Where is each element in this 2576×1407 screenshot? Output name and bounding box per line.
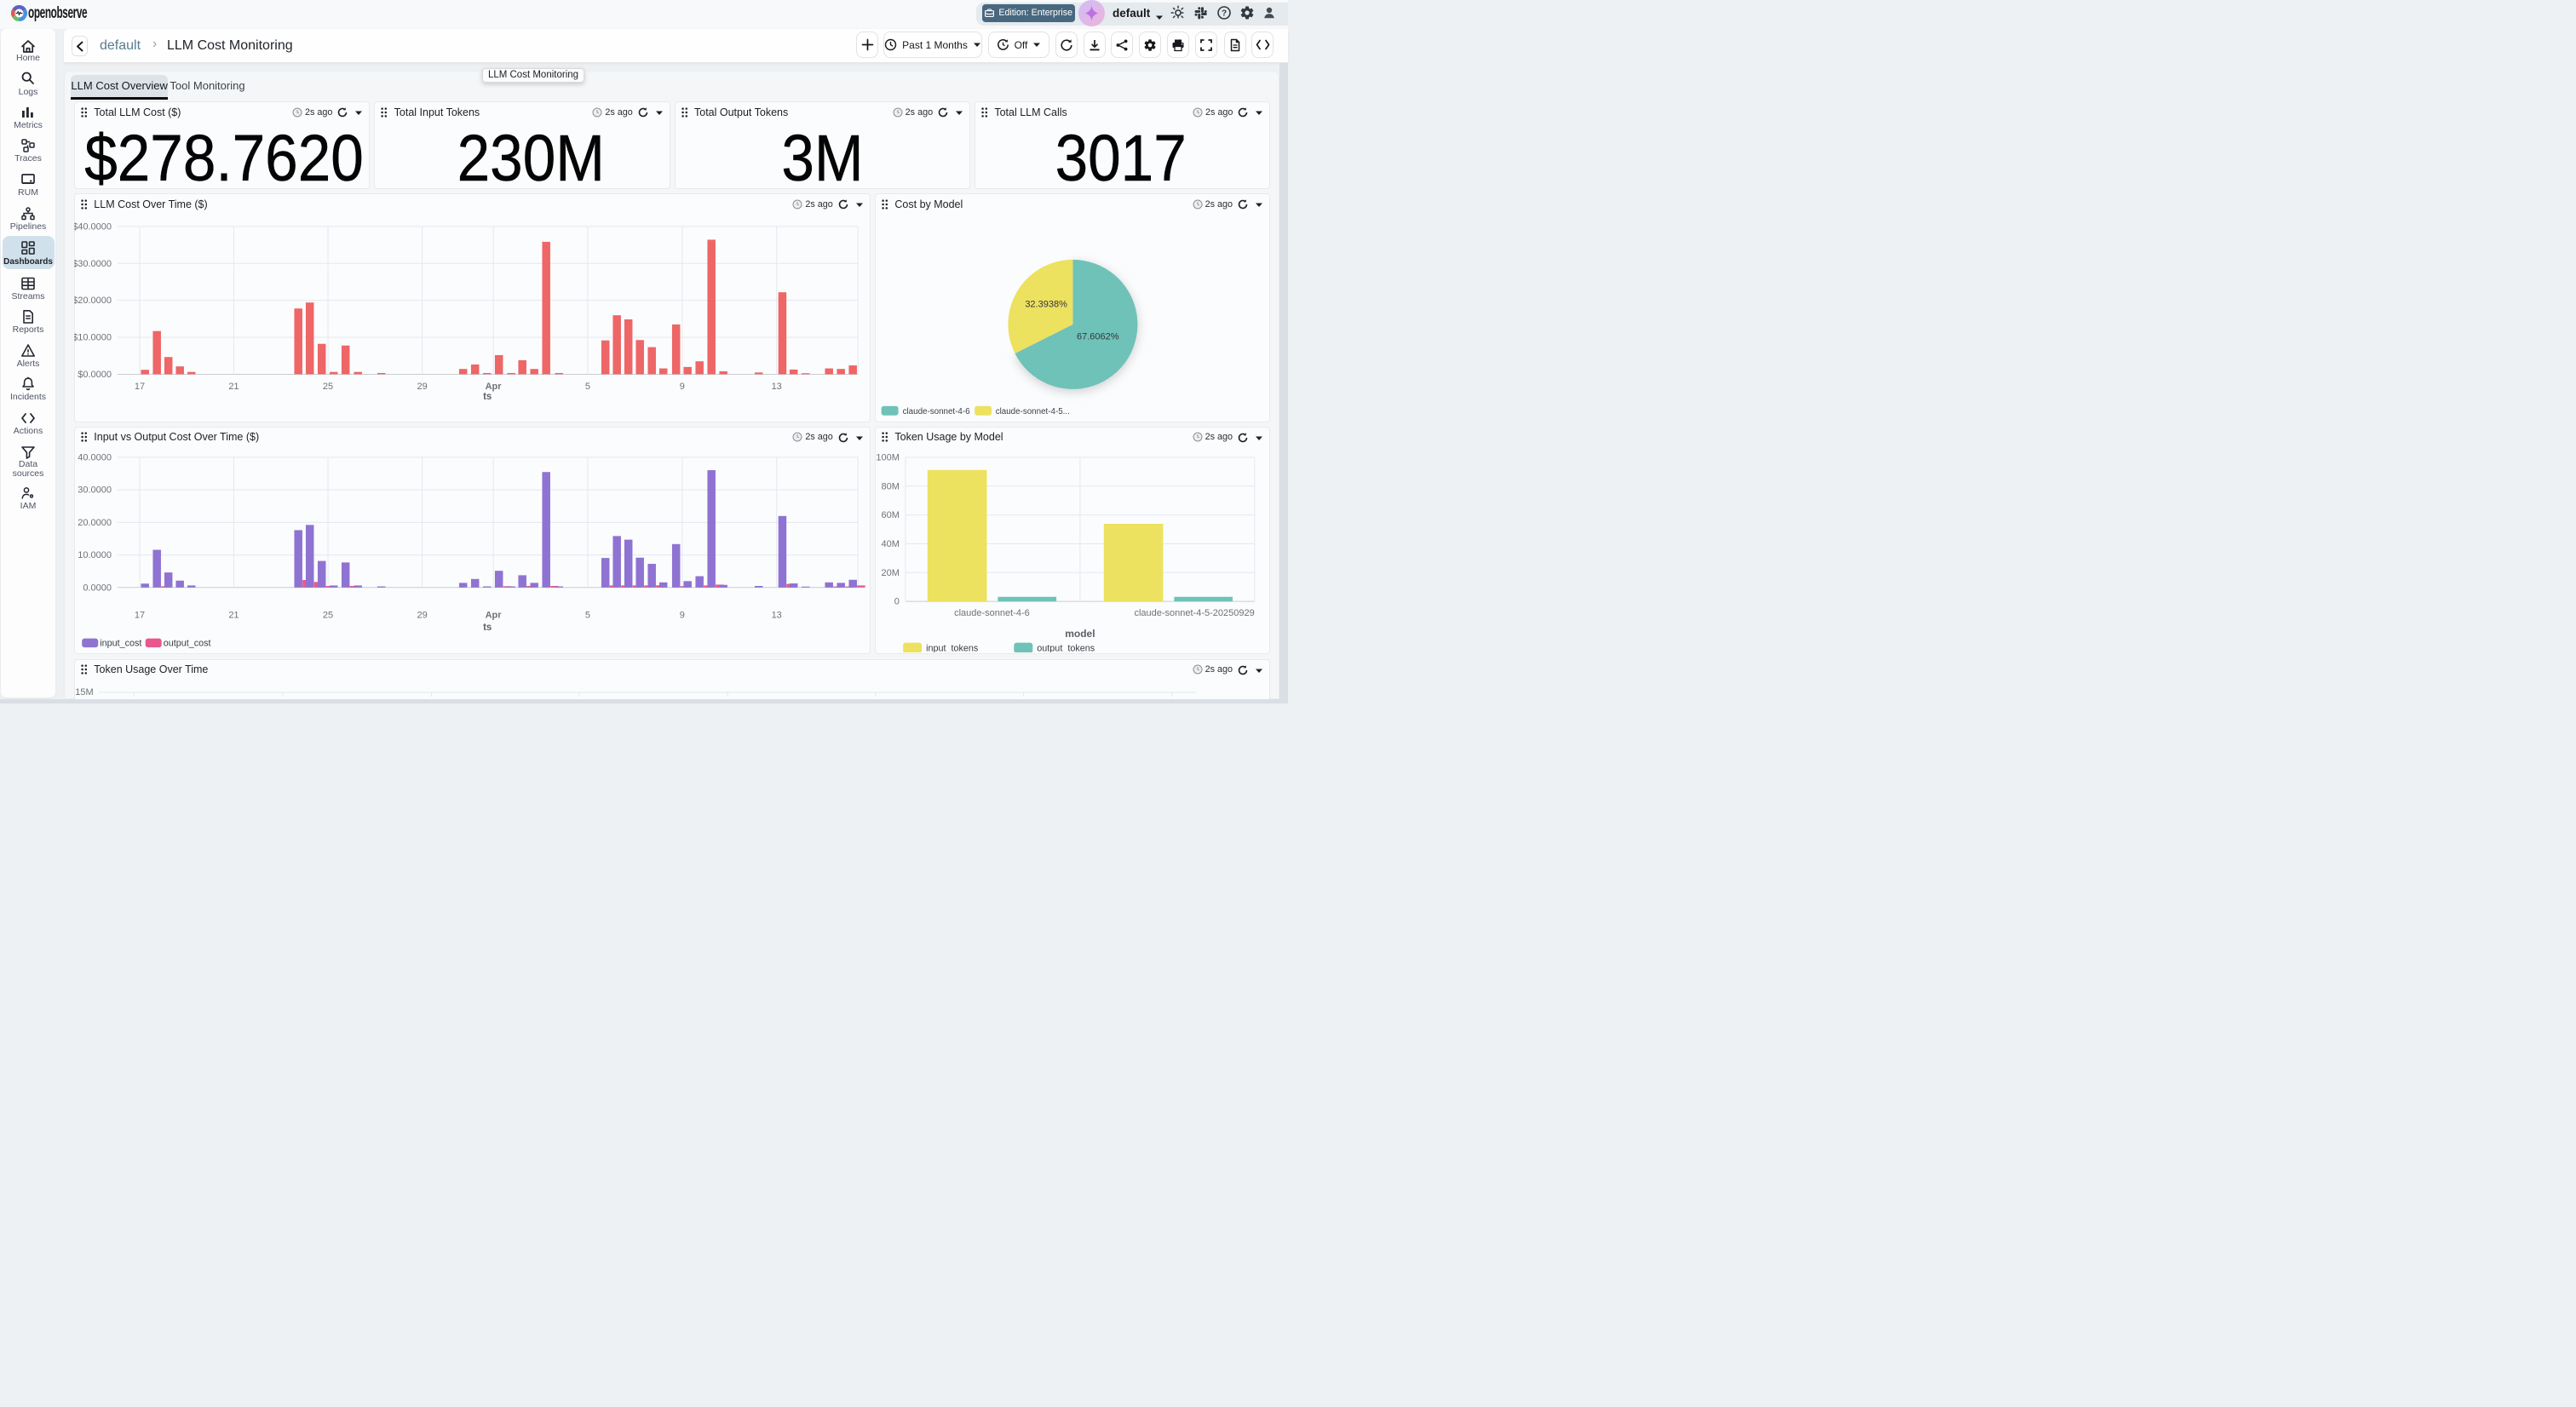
svg-text:?: ? bbox=[1222, 9, 1227, 19]
svg-text:claude-sonnet-4-5...: claude-sonnet-4-5... bbox=[996, 407, 1070, 416]
svg-text:output_tokens: output_tokens bbox=[1037, 643, 1095, 652]
svg-text:model: model bbox=[1065, 628, 1095, 640]
svg-text:$10.0000: $10.0000 bbox=[74, 333, 112, 343]
svg-text:40.0000: 40.0000 bbox=[78, 452, 112, 462]
svg-text:$20.0000: $20.0000 bbox=[74, 296, 112, 306]
svg-text:20M: 20M bbox=[881, 568, 899, 578]
svg-text:17: 17 bbox=[135, 382, 145, 392]
svg-text:80M: 80M bbox=[881, 481, 899, 491]
svg-text:$40.0000: $40.0000 bbox=[74, 222, 112, 233]
svg-text:67.6062%: 67.6062% bbox=[1077, 331, 1119, 342]
svg-text:9: 9 bbox=[680, 610, 685, 620]
svg-text:29: 29 bbox=[417, 382, 427, 392]
svg-text:60M: 60M bbox=[881, 510, 899, 520]
svg-text:$30.0000: $30.0000 bbox=[74, 259, 112, 269]
svg-text:100M: 100M bbox=[876, 452, 900, 462]
svg-text:5: 5 bbox=[585, 382, 590, 392]
svg-text:32.3938%: 32.3938% bbox=[1025, 300, 1067, 310]
svg-text:0.0000: 0.0000 bbox=[83, 583, 112, 593]
svg-text:21: 21 bbox=[228, 382, 239, 392]
svg-text:13: 13 bbox=[771, 382, 781, 392]
svg-text:5: 5 bbox=[585, 610, 590, 620]
svg-text:claude-sonnet-4-6: claude-sonnet-4-6 bbox=[954, 608, 1030, 618]
svg-text:25: 25 bbox=[323, 610, 333, 620]
svg-text:claude-sonnet-4-6: claude-sonnet-4-6 bbox=[902, 407, 970, 416]
svg-text:ts: ts bbox=[483, 623, 492, 633]
svg-text:20.0000: 20.0000 bbox=[78, 518, 112, 528]
svg-text:$0.0000: $0.0000 bbox=[78, 370, 112, 380]
svg-text:40M: 40M bbox=[881, 539, 899, 549]
svg-text:ts: ts bbox=[483, 392, 492, 402]
svg-text:10.0000: 10.0000 bbox=[78, 550, 112, 560]
svg-text:claude-sonnet-4-5-20250929: claude-sonnet-4-5-20250929 bbox=[1134, 608, 1254, 618]
svg-text:0: 0 bbox=[894, 596, 900, 606]
svg-text:Apr: Apr bbox=[485, 382, 502, 392]
svg-text:21: 21 bbox=[228, 610, 239, 620]
svg-text:13: 13 bbox=[771, 610, 781, 620]
svg-text:29: 29 bbox=[417, 610, 427, 620]
svg-text:input_tokens: input_tokens bbox=[926, 643, 979, 652]
svg-text:17: 17 bbox=[135, 610, 145, 620]
svg-text:25: 25 bbox=[323, 382, 333, 392]
svg-text:9: 9 bbox=[680, 382, 685, 392]
svg-text:Apr: Apr bbox=[485, 610, 502, 620]
svg-text:input_cost: input_cost bbox=[100, 638, 141, 648]
svg-text:30.0000: 30.0000 bbox=[78, 485, 112, 495]
svg-text:15M: 15M bbox=[75, 687, 93, 697]
svg-text:output_cost: output_cost bbox=[163, 638, 210, 648]
